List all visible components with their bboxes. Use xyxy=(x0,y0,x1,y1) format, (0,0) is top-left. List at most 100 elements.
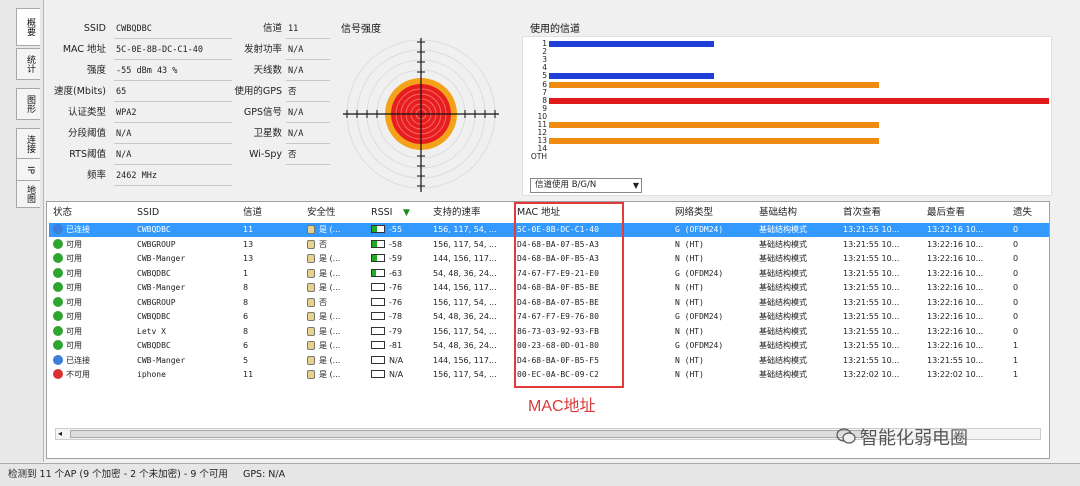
rssi-text: -78 xyxy=(389,312,403,321)
lock-icon xyxy=(307,297,315,307)
status-cell: 可用 xyxy=(53,325,82,339)
status-cell: 可用 xyxy=(53,310,82,324)
channel-bar-8 xyxy=(549,97,1049,104)
status-cell: 不可用 xyxy=(53,368,90,382)
infrastructure-cell-text: 基础结构模式 xyxy=(759,239,807,249)
status-cell: 可用 xyxy=(53,296,82,310)
col-status-header[interactable]: 状态 xyxy=(53,205,72,221)
info-value: N/A xyxy=(114,125,232,144)
network-type-cell-text: N (HT) xyxy=(675,297,704,307)
rssi-bar-icon xyxy=(371,239,385,248)
lost-cell-text: 0 xyxy=(1013,326,1019,336)
status-dot-icon xyxy=(53,267,63,278)
lost-cell-text: 0 xyxy=(1013,312,1019,321)
first-seen-cell: 13:21:55 10... xyxy=(843,281,899,295)
ssid-cell: CWBGROUP xyxy=(137,238,176,252)
network-type-cell-text: G (OFDM24) xyxy=(675,225,724,234)
info-value: N/A xyxy=(286,125,330,144)
infrastructure-cell: 基础结构模式 xyxy=(759,310,807,324)
security-text: 是 (... xyxy=(319,225,341,234)
channel-mode-select[interactable]: 信道使用 B/G/N ▼ xyxy=(530,178,642,193)
rssi-bar-icon xyxy=(371,225,385,233)
ssid-cell-text: CWB-Manger xyxy=(137,283,186,292)
lost-cell: 0 xyxy=(1013,238,1018,252)
info-value: N/A xyxy=(286,62,330,81)
last-seen-cell-text: 13:22:16 10... xyxy=(927,326,984,336)
network-type-cell: G (OFDM24) xyxy=(675,310,723,324)
ssid-cell-text: iphone xyxy=(137,370,166,379)
crosshair xyxy=(343,38,499,192)
col-first-seen-header[interactable]: 首次查看 xyxy=(843,205,881,221)
ap-info-panel: SSID CWBQDBC MAC 地址 5C-0E-8B-DC-C1-40 强度 -55 … xyxy=(46,20,336,200)
first-seen-cell-text: 13:21:55 10... xyxy=(843,239,900,249)
col-rates-header[interactable]: 支持的速率 xyxy=(433,205,481,221)
tab-statistics[interactable]: 统计 xyxy=(16,48,40,80)
last-seen-cell-text: 13:22:16 10... xyxy=(927,239,984,249)
info-label: 使用的GPS xyxy=(234,86,282,97)
channel-cell-text: 8 xyxy=(243,297,249,307)
last-seen-cell: 13:22:16 10... xyxy=(927,267,983,281)
lost-cell: 0 xyxy=(1013,223,1018,237)
ssid-cell-text: CWB-Manger xyxy=(137,355,186,365)
status-cell: 可用 xyxy=(53,238,82,252)
col-infrastructure-header[interactable]: 基础结构 xyxy=(759,205,797,221)
gps-status: GPS: N/A xyxy=(242,469,286,480)
security-text: 是 (... xyxy=(319,326,341,336)
lock-icon xyxy=(307,326,315,336)
signal-strength-panel: 信号强度 xyxy=(337,20,507,200)
channel-cell: 13 xyxy=(243,252,253,266)
tab-map[interactable]: 地图 xyxy=(16,180,40,208)
rssi-bar-icon xyxy=(371,312,385,320)
info-value: WPA2 xyxy=(114,104,232,123)
rssi-text: N/A xyxy=(389,370,404,379)
rates-cell-text: 54, 48, 36, 24... xyxy=(433,312,497,321)
first-seen-cell: 13:21:55 10... xyxy=(843,310,899,324)
ssid-cell-text: CWBQDBC xyxy=(137,225,171,234)
channel-cell: 1 xyxy=(243,267,248,281)
infrastructure-cell: 基础结构模式 xyxy=(759,325,807,339)
last-seen-cell: 13:22:16 10... xyxy=(927,252,983,266)
col-ssid-header[interactable]: SSID xyxy=(137,205,159,221)
rssi-text: -76 xyxy=(389,297,403,307)
rates-cell: 54, 48, 36, 24... xyxy=(433,267,497,281)
first-seen-cell-text: 13:21:55 10... xyxy=(843,283,900,292)
scroll-thumb[interactable] xyxy=(70,430,862,438)
tab-overview[interactable]: 概要 xyxy=(16,8,40,46)
col-channel-header[interactable]: 信道 xyxy=(243,205,262,221)
rates-cell-text: 156, 117, 54, ... xyxy=(433,370,497,379)
first-seen-cell-text: 13:21:55 10... xyxy=(843,254,900,263)
last-seen-cell-text: 13:21:55 10... xyxy=(927,355,984,365)
status-cell: 已连接 xyxy=(53,354,90,368)
first-seen-cell-text: 13:21:55 10... xyxy=(843,268,900,278)
channels-title: 使用的信道 xyxy=(530,24,580,35)
col-security-header[interactable]: 安全性 xyxy=(307,205,336,221)
info-label: 信道 xyxy=(262,23,282,34)
channel-cell-text: 11 xyxy=(243,370,254,379)
last-seen-cell: 13:22:16 10... xyxy=(927,296,983,310)
infrastructure-cell-text: 基础结构模式 xyxy=(759,283,807,292)
lock-icon xyxy=(307,225,315,234)
col-rssi-header[interactable]: RSSI xyxy=(371,205,392,221)
ssid-cell-text: CWBQDBC xyxy=(137,268,171,278)
col-lost-header[interactable]: 遗失 xyxy=(1013,205,1032,221)
infrastructure-cell-text: 基础结构模式 xyxy=(759,268,807,278)
scroll-left-icon[interactable]: ◂ xyxy=(58,429,62,438)
sort-desc-icon[interactable]: ▼ xyxy=(403,205,410,221)
col-network-type-header[interactable]: 网络类型 xyxy=(675,205,713,221)
lost-cell-text: 1 xyxy=(1013,341,1019,350)
lost-cell: 0 xyxy=(1013,281,1018,295)
mac-column-highlight xyxy=(514,202,624,388)
ssid-cell: Letv X xyxy=(137,325,166,339)
col-last-seen-header[interactable]: 最后查看 xyxy=(927,205,965,221)
infrastructure-cell: 基础结构模式 xyxy=(759,223,807,237)
tab-ip[interactable]: IP xyxy=(16,158,40,182)
chevron-down-icon[interactable]: ▼ xyxy=(633,179,639,192)
rssi-cell: N/A xyxy=(371,368,403,382)
tab-connection[interactable]: 连接 xyxy=(16,128,40,160)
rssi-bar-icon xyxy=(371,326,385,335)
network-type-cell: G (OFDM24) xyxy=(675,339,723,353)
network-type-cell: N (HT) xyxy=(675,296,704,310)
lost-cell-text: 0 xyxy=(1013,225,1019,234)
status-dot-icon xyxy=(53,340,63,350)
tab-graphs[interactable]: 图形 xyxy=(16,88,40,120)
